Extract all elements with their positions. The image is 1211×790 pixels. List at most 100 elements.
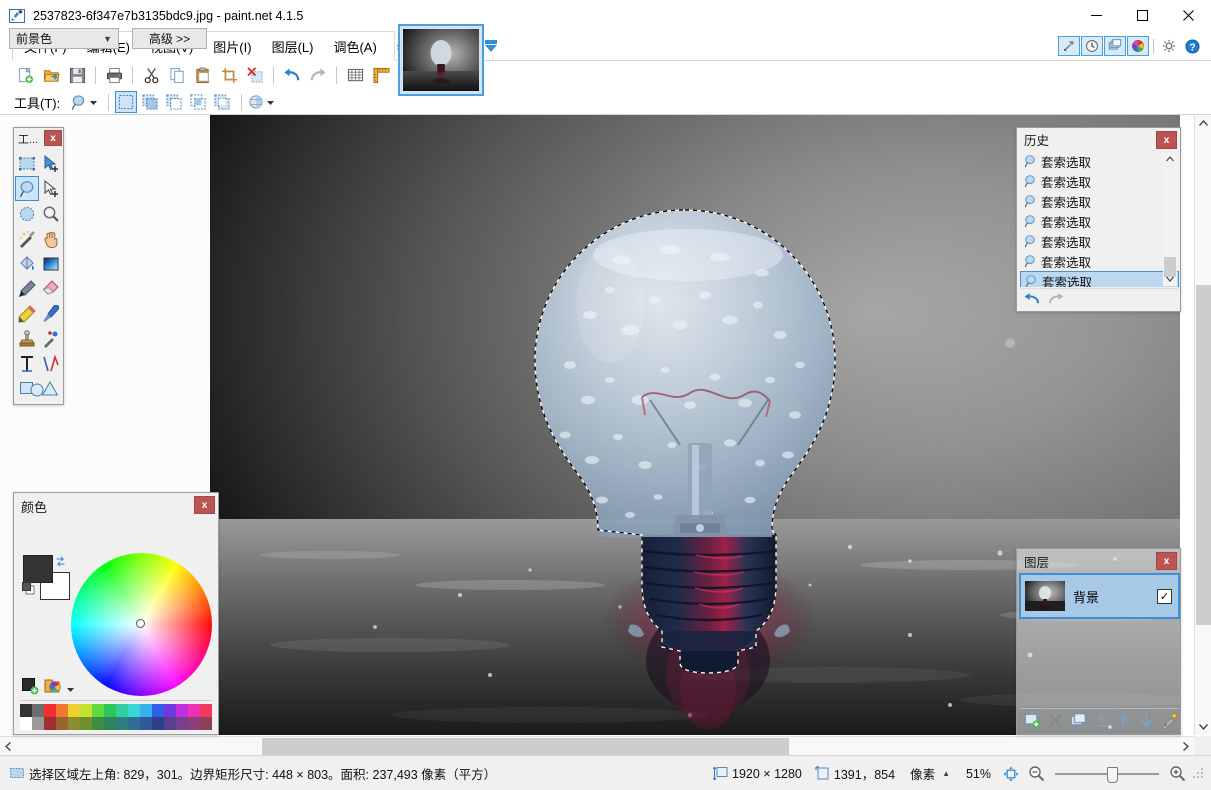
rulers-button[interactable]	[368, 63, 394, 87]
palette-swatch[interactable]	[92, 704, 104, 717]
selection-mode-union[interactable]	[139, 91, 161, 113]
image-tab-active[interactable]	[398, 24, 484, 96]
tool-move-selection[interactable]	[39, 176, 63, 201]
history-undo-button[interactable]	[1023, 292, 1041, 306]
cut-button[interactable]	[138, 63, 164, 87]
print-button[interactable]	[101, 63, 127, 87]
advanced-colors-button[interactable]: 高级 >>	[132, 28, 207, 49]
chevron-up-icon[interactable]	[1163, 152, 1177, 166]
selection-mode-exclude[interactable]	[163, 91, 185, 113]
unit-label[interactable]: 像素	[910, 764, 935, 783]
merge-layer-down-button[interactable]	[1091, 711, 1111, 731]
zoom-slider-thumb[interactable]	[1107, 766, 1118, 783]
menu-adjust[interactable]: 调色(A)	[323, 33, 386, 60]
chevron-down-icon[interactable]	[66, 683, 75, 692]
tool-lasso-select[interactable]	[15, 176, 39, 201]
open-palette-icon[interactable]	[44, 677, 62, 695]
antialiasing-selector[interactable]	[248, 94, 279, 110]
palette-swatch[interactable]	[56, 717, 68, 730]
selection-mode-replace[interactable]	[115, 91, 138, 113]
close-icon[interactable]: x	[44, 130, 62, 146]
chevron-down-icon[interactable]	[265, 97, 276, 108]
menu-layers[interactable]: 图层(L)	[262, 33, 324, 60]
open-image-button[interactable]	[38, 63, 64, 87]
close-icon[interactable]: x	[194, 496, 215, 514]
palette-swatch[interactable]	[176, 717, 188, 730]
palette-swatch[interactable]	[20, 717, 32, 730]
close-icon[interactable]: x	[1156, 131, 1177, 149]
palette-swatch[interactable]	[80, 717, 92, 730]
duplicate-layer-button[interactable]	[1068, 711, 1088, 731]
tool-paintbrush[interactable]	[15, 276, 39, 301]
settings-button[interactable]	[1158, 36, 1180, 56]
chevron-left-icon[interactable]	[0, 737, 17, 755]
history-item[interactable]: 套索选取	[1020, 231, 1179, 251]
minimize-button[interactable]	[1073, 0, 1119, 31]
close-icon[interactable]: x	[1156, 552, 1177, 570]
unit-caret-icon[interactable]: ▲	[942, 769, 950, 778]
history-scrollbar[interactable]	[1163, 152, 1177, 286]
palette-swatch[interactable]	[44, 717, 56, 730]
chevron-down-icon[interactable]	[88, 97, 99, 108]
palette-swatch[interactable]	[80, 704, 92, 717]
tool-gradient[interactable]	[39, 251, 63, 276]
palette-swatch[interactable]	[176, 704, 188, 717]
redo-button[interactable]	[305, 63, 331, 87]
tool-paint-bucket[interactable]	[15, 251, 39, 276]
tools-window-button[interactable]	[1058, 36, 1080, 56]
palette-swatch[interactable]	[200, 717, 212, 730]
layers-title-bar[interactable]: 图层 x	[1017, 549, 1180, 573]
chevron-down-icon[interactable]	[1195, 718, 1211, 735]
history-item[interactable]: 套索选取	[1020, 251, 1179, 271]
history-title-bar[interactable]: 历史 x	[1017, 128, 1180, 151]
chevron-down-icon[interactable]	[484, 39, 498, 53]
palette-swatch[interactable]	[20, 704, 32, 717]
layers-window-button[interactable]	[1104, 36, 1126, 56]
palette-swatch[interactable]	[164, 717, 176, 730]
crop-to-selection-button[interactable]	[216, 63, 242, 87]
reset-colors-icon[interactable]	[22, 582, 35, 595]
history-item[interactable]: 套索选取	[1020, 171, 1179, 191]
selection-mode-xor[interactable]	[211, 91, 233, 113]
palette-swatch[interactable]	[56, 704, 68, 717]
palette-swatch[interactable]	[188, 704, 200, 717]
new-image-button[interactable]	[12, 63, 38, 87]
tool-eraser[interactable]	[39, 276, 63, 301]
toolbox-title-bar[interactable]: 工... x	[14, 128, 63, 150]
history-list[interactable]: 套索选取 套索选取 套索选取 套索选取 套索选取 套索选取 套索选取	[1020, 151, 1179, 287]
palette-swatch[interactable]	[140, 717, 152, 730]
tool-shapes[interactable]	[15, 376, 63, 401]
palette-swatch[interactable]	[152, 717, 164, 730]
tool-zoom[interactable]	[39, 201, 63, 226]
palette-swatch[interactable]	[104, 704, 116, 717]
history-item[interactable]: 套索选取	[1020, 211, 1179, 231]
layer-row[interactable]: 背景 ✓	[1019, 573, 1180, 619]
tool-magic-wand[interactable]	[15, 226, 39, 251]
palette-swatch[interactable]	[68, 717, 80, 730]
undo-button[interactable]	[279, 63, 305, 87]
vertical-scroll-thumb[interactable]	[1196, 285, 1211, 625]
history-item[interactable]: 套索选取	[1020, 191, 1179, 211]
tool-rectangle-select[interactable]	[15, 151, 39, 176]
palette-swatch[interactable]	[92, 717, 104, 730]
tool-color-picker[interactable]	[39, 301, 63, 326]
swap-colors-icon[interactable]	[55, 556, 66, 567]
horizontal-scrollbar[interactable]	[0, 736, 1194, 755]
chevron-down-icon[interactable]	[1163, 272, 1177, 286]
chevron-right-icon[interactable]	[1177, 737, 1194, 755]
zoom-out-icon[interactable]	[1028, 765, 1045, 782]
color-mode-dropdown[interactable]: 前景色 ▼	[9, 28, 119, 49]
palette-swatch[interactable]	[128, 704, 140, 717]
zoom-in-icon[interactable]	[1169, 765, 1186, 782]
palette-swatch[interactable]	[140, 704, 152, 717]
tool-pencil[interactable]	[15, 301, 39, 326]
history-item[interactable]: 套索选取	[1020, 271, 1179, 287]
move-layer-down-button[interactable]	[1137, 711, 1157, 731]
menu-image[interactable]: 图片(I)	[203, 33, 261, 60]
colors-title-bar[interactable]: 颜色 x	[14, 493, 218, 519]
move-layer-up-button[interactable]	[1114, 711, 1134, 731]
foreground-color-swatch[interactable]	[23, 555, 53, 583]
palette-swatch[interactable]	[104, 717, 116, 730]
layer-properties-button[interactable]	[1159, 711, 1179, 731]
active-tool-selector[interactable]	[70, 94, 102, 111]
